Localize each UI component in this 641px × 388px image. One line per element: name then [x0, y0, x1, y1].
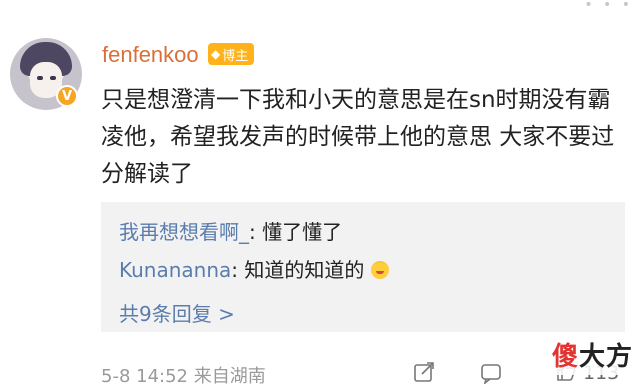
- reply-item[interactable]: Kunananna: 知道的知道的: [119, 254, 389, 283]
- badge-label: 博主: [222, 48, 249, 64]
- medal-icon: ◆: [211, 47, 221, 61]
- comment-icon[interactable]: [480, 362, 502, 384]
- more-options-dots[interactable]: • • •: [584, 0, 633, 12]
- watermark: 傻大方: [548, 334, 638, 375]
- username[interactable]: fenfenkoo: [102, 42, 199, 68]
- avatar-eye-left: [37, 76, 43, 80]
- watermark-rest: 大方: [579, 342, 634, 372]
- verified-icon: V: [56, 85, 78, 107]
- reply-author[interactable]: 我再想想看啊_: [119, 220, 249, 244]
- reply-text: : 知道的知道的: [231, 258, 365, 282]
- reply-item[interactable]: 我再想想看啊_: 懂了懂了: [119, 216, 342, 245]
- smile-emoji-icon: [370, 261, 389, 279]
- reply-box[interactable]: 我再想想看啊_: 懂了懂了 Kunananna: 知道的知道的 共9条回复 >: [101, 202, 625, 332]
- reply-author[interactable]: Kunananna: [119, 258, 231, 282]
- share-icon[interactable]: [413, 361, 435, 383]
- avatar-eye-right: [50, 76, 56, 80]
- watermark-first-char: 傻: [552, 342, 580, 372]
- post-meta: 5-8 14:52 来自湖南: [101, 366, 266, 387]
- reply-text: : 懂了懂了: [249, 220, 343, 244]
- post-text: 只是想澄清一下我和小天的意思是在sn时期没有霸凌他，希望我发声的时候带上他的意思…: [101, 87, 615, 187]
- blogger-badge: ◆ 博主: [208, 43, 255, 65]
- view-all-replies-link[interactable]: 共9条回复 >: [119, 298, 235, 327]
